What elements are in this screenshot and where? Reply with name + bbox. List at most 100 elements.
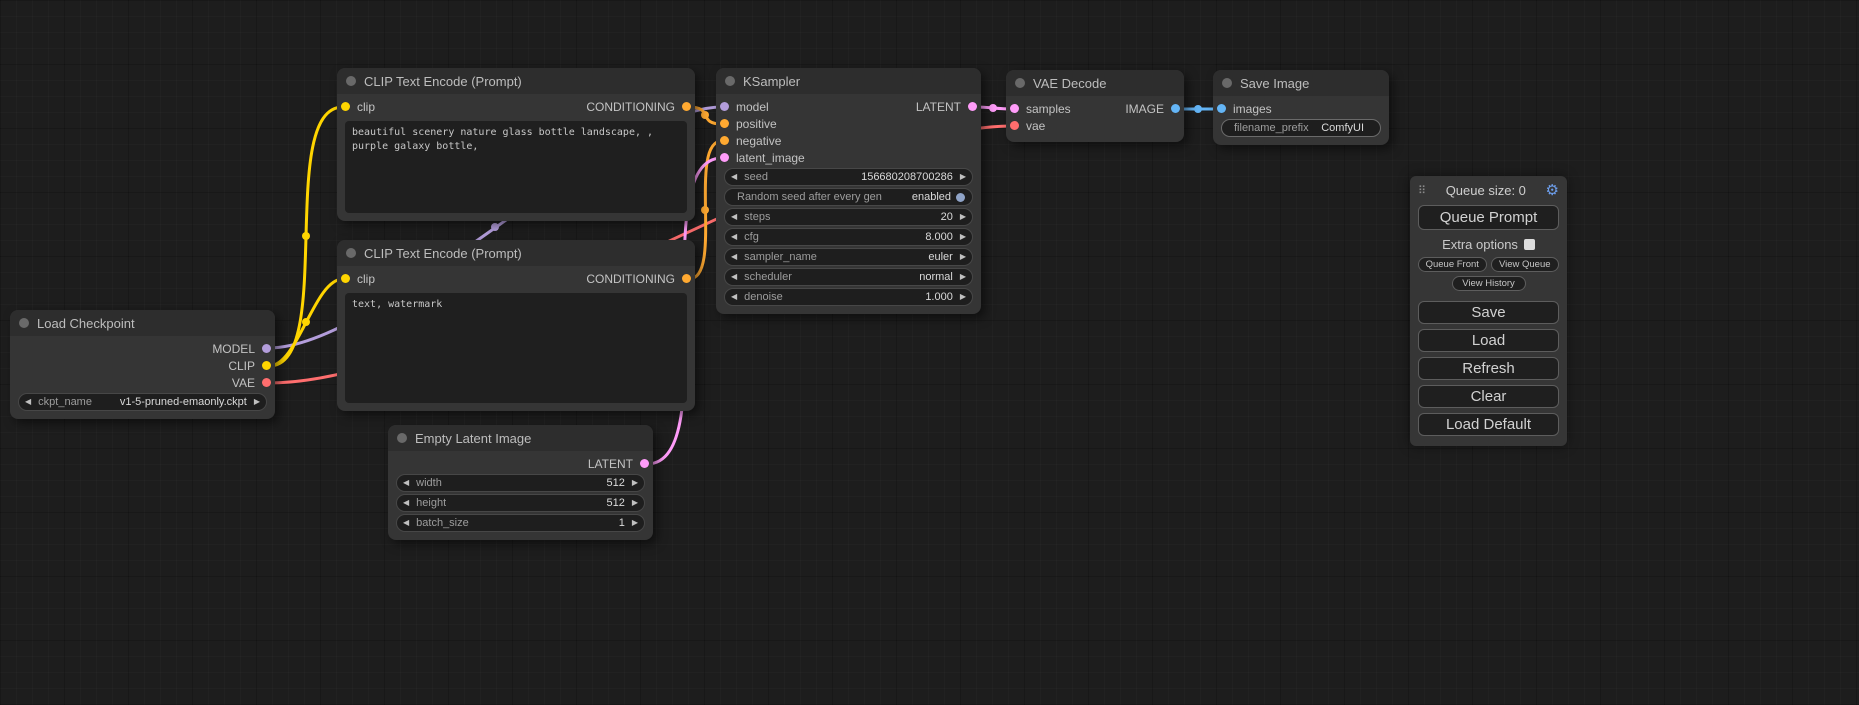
images-input-slot[interactable] bbox=[1217, 104, 1226, 113]
link-midpoint-dot bbox=[989, 104, 997, 112]
extra-options-checkbox[interactable] bbox=[1524, 239, 1535, 250]
latent-image-input-slot[interactable] bbox=[720, 153, 729, 162]
queue-panel[interactable]: ⠿ Queue size: 0 ⚙ Queue Prompt Extra opt… bbox=[1410, 176, 1567, 446]
latent-image-input-label: latent_image bbox=[736, 151, 805, 165]
node-save-image[interactable]: Save Image images filename_prefix ComfyU… bbox=[1213, 70, 1389, 145]
decrement-arrow-icon[interactable] bbox=[403, 479, 409, 487]
increment-arrow-icon[interactable] bbox=[960, 173, 966, 181]
node-header[interactable]: Load Checkpoint bbox=[10, 310, 275, 336]
conditioning-output-slot[interactable] bbox=[682, 274, 691, 283]
refresh-button[interactable]: Refresh bbox=[1418, 357, 1559, 380]
increment-arrow-icon[interactable] bbox=[960, 293, 966, 301]
conditioning-output-label: CONDITIONING bbox=[586, 100, 675, 114]
prompt-textarea[interactable]: beautiful scenery nature glass bottle la… bbox=[345, 121, 687, 213]
conditioning-output-slot[interactable] bbox=[682, 102, 691, 111]
clip-input-slot[interactable] bbox=[341, 274, 350, 283]
clear-button[interactable]: Clear bbox=[1418, 385, 1559, 408]
load-default-button[interactable]: Load Default bbox=[1418, 413, 1559, 436]
sampler-name-widget[interactable]: sampler_name euler bbox=[724, 248, 973, 266]
decrement-arrow-icon[interactable] bbox=[25, 398, 31, 406]
node-load-checkpoint[interactable]: Load Checkpoint MODEL CLIP VAE ckpt_name… bbox=[10, 310, 275, 419]
widget-value: ComfyUI bbox=[1321, 122, 1364, 134]
node-title: Save Image bbox=[1240, 76, 1309, 91]
decrement-arrow-icon[interactable] bbox=[731, 253, 737, 261]
latent-output-slot[interactable] bbox=[640, 459, 649, 468]
node-header[interactable]: CLIP Text Encode (Prompt) bbox=[337, 240, 695, 266]
steps-widget[interactable]: steps 20 bbox=[724, 208, 973, 226]
node-header[interactable]: Save Image bbox=[1213, 70, 1389, 96]
collapse-dot-icon[interactable] bbox=[19, 318, 29, 328]
queue-prompt-button[interactable]: Queue Prompt bbox=[1418, 205, 1559, 230]
load-button[interactable]: Load bbox=[1418, 329, 1559, 352]
decrement-arrow-icon[interactable] bbox=[731, 233, 737, 241]
node-header[interactable]: Empty Latent Image bbox=[388, 425, 653, 451]
negative-input-slot[interactable] bbox=[720, 136, 729, 145]
latent-output-label: LATENT bbox=[916, 100, 961, 114]
toggle-indicator-icon[interactable] bbox=[956, 193, 965, 202]
seed-widget[interactable]: seed 156680208700286 bbox=[724, 168, 973, 186]
clip-output-slot[interactable] bbox=[262, 361, 271, 370]
samples-input-slot[interactable] bbox=[1010, 104, 1019, 113]
collapse-dot-icon[interactable] bbox=[346, 248, 356, 258]
random-seed-toggle-widget[interactable]: Random seed after every gen enabled bbox=[724, 188, 973, 206]
slot-row: vae bbox=[1006, 117, 1184, 134]
cfg-widget[interactable]: cfg 8.000 bbox=[724, 228, 973, 246]
queue-panel-header: ⠿ Queue size: 0 ⚙ bbox=[1418, 181, 1559, 199]
image-output-slot[interactable] bbox=[1171, 104, 1180, 113]
node-empty-latent-image[interactable]: Empty Latent Image LATENT width 512 heig… bbox=[388, 425, 653, 540]
filename-prefix-widget[interactable]: filename_prefix ComfyUI bbox=[1221, 119, 1381, 137]
node-header[interactable]: VAE Decode bbox=[1006, 70, 1184, 96]
decrement-arrow-icon[interactable] bbox=[403, 519, 409, 527]
scheduler-widget[interactable]: scheduler normal bbox=[724, 268, 973, 286]
node-clip-text-encode-positive[interactable]: CLIP Text Encode (Prompt) clip CONDITION… bbox=[337, 68, 695, 221]
increment-arrow-icon[interactable] bbox=[960, 253, 966, 261]
height-widget[interactable]: height 512 bbox=[396, 494, 645, 512]
decrement-arrow-icon[interactable] bbox=[731, 173, 737, 181]
view-queue-button[interactable]: View Queue bbox=[1491, 257, 1560, 272]
node-graph-canvas[interactable]: Load Checkpoint MODEL CLIP VAE ckpt_name… bbox=[0, 0, 1859, 705]
extra-options-label: Extra options bbox=[1442, 237, 1518, 252]
latent-output-slot[interactable] bbox=[968, 102, 977, 111]
vae-input-slot[interactable] bbox=[1010, 121, 1019, 130]
increment-arrow-icon[interactable] bbox=[960, 233, 966, 241]
increment-arrow-icon[interactable] bbox=[632, 519, 638, 527]
collapse-dot-icon[interactable] bbox=[1222, 78, 1232, 88]
denoise-widget[interactable]: denoise 1.000 bbox=[724, 288, 973, 306]
slot-row: LATENT bbox=[388, 455, 653, 472]
node-ksampler[interactable]: KSampler model LATENT positive negative … bbox=[716, 68, 981, 314]
node-vae-decode[interactable]: VAE Decode samples IMAGE vae bbox=[1006, 70, 1184, 142]
model-input-slot[interactable] bbox=[720, 102, 729, 111]
view-history-button[interactable]: View History bbox=[1452, 276, 1526, 291]
positive-input-label: positive bbox=[736, 117, 777, 131]
node-clip-text-encode-negative[interactable]: CLIP Text Encode (Prompt) clip CONDITION… bbox=[337, 240, 695, 411]
save-button[interactable]: Save bbox=[1418, 301, 1559, 324]
increment-arrow-icon[interactable] bbox=[960, 273, 966, 281]
positive-input-slot[interactable] bbox=[720, 119, 729, 128]
prompt-textarea[interactable]: text, watermark bbox=[345, 293, 687, 403]
drag-handle-icon[interactable]: ⠿ bbox=[1418, 184, 1426, 197]
vae-input-label: vae bbox=[1026, 119, 1045, 133]
clip-input-slot[interactable] bbox=[341, 102, 350, 111]
node-header[interactable]: CLIP Text Encode (Prompt) bbox=[337, 68, 695, 94]
increment-arrow-icon[interactable] bbox=[254, 398, 260, 406]
increment-arrow-icon[interactable] bbox=[632, 499, 638, 507]
ckpt-name-widget[interactable]: ckpt_name v1-5-pruned-emaonly.ckpt bbox=[18, 393, 267, 411]
batch-size-widget[interactable]: batch_size 1 bbox=[396, 514, 645, 532]
model-output-slot[interactable] bbox=[262, 344, 271, 353]
collapse-dot-icon[interactable] bbox=[346, 76, 356, 86]
increment-arrow-icon[interactable] bbox=[960, 213, 966, 221]
queue-front-button[interactable]: Queue Front bbox=[1418, 257, 1487, 272]
decrement-arrow-icon[interactable] bbox=[731, 213, 737, 221]
vae-output-slot[interactable] bbox=[262, 378, 271, 387]
decrement-arrow-icon[interactable] bbox=[731, 273, 737, 281]
widget-value: 20 bbox=[941, 211, 953, 223]
width-widget[interactable]: width 512 bbox=[396, 474, 645, 492]
collapse-dot-icon[interactable] bbox=[1015, 78, 1025, 88]
node-header[interactable]: KSampler bbox=[716, 68, 981, 94]
settings-gear-icon[interactable]: ⚙ bbox=[1546, 183, 1559, 198]
collapse-dot-icon[interactable] bbox=[397, 433, 407, 443]
collapse-dot-icon[interactable] bbox=[725, 76, 735, 86]
decrement-arrow-icon[interactable] bbox=[403, 499, 409, 507]
decrement-arrow-icon[interactable] bbox=[731, 293, 737, 301]
increment-arrow-icon[interactable] bbox=[632, 479, 638, 487]
